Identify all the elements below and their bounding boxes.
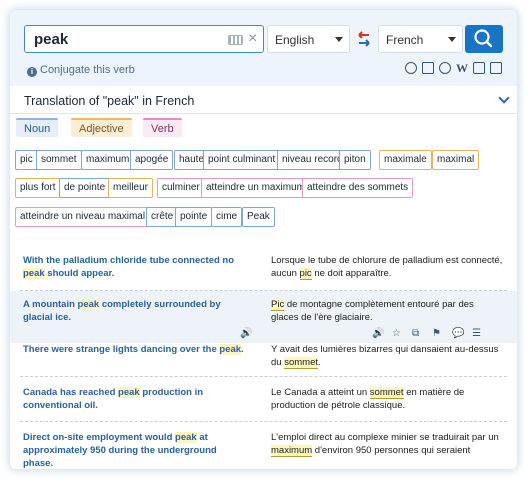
example-source: Direct on-site employment would peak at …: [23, 432, 217, 469]
translation-chip[interactable]: crête: [146, 207, 179, 227]
translation-chip[interactable]: atteindre un niveau maximal: [15, 207, 151, 227]
conjugate-label: Conjugate this verb: [40, 64, 135, 76]
audio-icon[interactable]: 🔊: [372, 329, 384, 339]
translation-chip[interactable]: maximale: [379, 150, 432, 170]
tab-noun[interactable]: Noun: [16, 118, 59, 137]
example-row[interactable]: With the palladium chloride tube connect…: [10, 254, 517, 290]
highlight-term: peak: [23, 268, 45, 279]
highlight-term: maximum: [271, 445, 313, 457]
translation-chip[interactable]: pic: [15, 150, 38, 170]
example-source: There were strange lights dancing over t…: [23, 344, 244, 355]
reference-toolbar: W: [405, 62, 502, 76]
highlight-term: pic: [299, 268, 312, 280]
more-icon[interactable]: ☰: [472, 329, 482, 339]
target-language-label: French: [386, 33, 424, 47]
chevron-down-icon: [335, 37, 343, 42]
book-icon[interactable]: [490, 62, 502, 74]
example-target: L'emploi direct au complexe minier se tr…: [271, 432, 499, 457]
translation-chip[interactable]: Peak: [242, 207, 275, 227]
translation-chip[interactable]: atteindre un maximum: [201, 178, 310, 198]
translation-title: Translation of "peak" in French: [24, 94, 195, 108]
row-divider: [20, 421, 507, 422]
example-source: A mountain peak completely surrounded by…: [23, 299, 221, 323]
source-language-label: English: [275, 33, 315, 47]
swap-languages-icon[interactable]: [355, 28, 373, 50]
keyboard-icon[interactable]: [228, 35, 243, 45]
example-source: Canada has reached peak production in co…: [23, 387, 204, 411]
copy-icon[interactable]: ⧉: [412, 329, 422, 339]
translation-header[interactable]: Translation of "peak" in French: [10, 86, 517, 114]
translation-chip[interactable]: atteindre des sommets: [302, 178, 414, 198]
tab-verb[interactable]: Verb: [143, 118, 182, 137]
highlight-term: peak: [219, 344, 242, 355]
wikipedia-icon[interactable]: W: [456, 62, 468, 74]
translation-chip[interactable]: apogée: [130, 150, 174, 170]
search-button[interactable]: [465, 25, 503, 53]
translation-chip[interactable]: niveau record: [277, 150, 348, 170]
app-frame: peak × English French i Conjugate this ve…: [10, 10, 517, 469]
translation-chip[interactable]: culminer: [157, 178, 205, 198]
comment-icon[interactable]: 💬: [452, 329, 464, 339]
example-row[interactable]: Direct on-site employment would peak at …: [10, 431, 517, 469]
target-language-select[interactable]: French: [378, 25, 463, 53]
tab-adjective[interactable]: Adjective: [71, 118, 132, 137]
highlight-term: peak: [118, 387, 140, 398]
star-icon[interactable]: ☆: [392, 329, 402, 339]
search-input[interactable]: peak ×: [24, 25, 264, 53]
highlight-term: peak: [77, 299, 100, 310]
highlight-term: Pic: [271, 299, 285, 311]
translation-chip[interactable]: point culminant: [203, 150, 281, 170]
translation-chip[interactable]: maximum: [81, 150, 135, 170]
example-row[interactable]: A mountain peak completely surrounded by…: [10, 291, 517, 343]
source-language-select[interactable]: English: [267, 25, 350, 53]
translation-chip[interactable]: cime: [211, 207, 243, 227]
search-icon: [474, 29, 493, 48]
example-target: Lorsque le tube de chlorure de palladium…: [271, 255, 503, 280]
search-panel: peak × English French i Conjugate this ve…: [10, 10, 517, 86]
highlight-term: sommet: [369, 387, 404, 399]
translation-chip[interactable]: plus fort: [15, 178, 61, 198]
conjugate-link[interactable]: i Conjugate this verb: [27, 64, 135, 77]
audio-icon[interactable]: 🔊: [240, 329, 252, 339]
row-divider: [20, 376, 507, 377]
example-row[interactable]: Canada has reached peak production in co…: [10, 386, 517, 422]
image-icon[interactable]: [473, 62, 485, 74]
translation-chip[interactable]: maximal: [432, 150, 480, 170]
search-query[interactable]: peak: [34, 31, 68, 48]
example-source: With the palladium chloride tube connect…: [23, 255, 235, 279]
example-target: Le Canada a atteint un sommet en matière…: [271, 387, 465, 411]
translation-chip[interactable]: sommet: [36, 150, 82, 170]
translation-chip[interactable]: meilleur: [108, 178, 154, 198]
clear-icon[interactable]: ×: [248, 30, 257, 48]
chevron-down-icon: [448, 37, 456, 42]
translation-chip[interactable]: pointe: [175, 207, 213, 227]
highlight-term: peak: [175, 432, 197, 443]
flag-icon[interactable]: ⚑: [432, 329, 442, 339]
globe-icon[interactable]: [439, 62, 451, 74]
chevron-down-icon[interactable]: [498, 92, 510, 104]
dollar-icon[interactable]: [405, 62, 417, 74]
example-target: Y avait des lumières bizarres qui dansai…: [271, 344, 499, 369]
highlight-term: sommet: [284, 357, 319, 369]
row-actions: 🔊 ☆ ⧉ ⚑ 💬 ☰: [372, 329, 482, 339]
grid-icon[interactable]: [422, 62, 434, 74]
example-target: Pic de montagne complètement entouré par…: [271, 299, 474, 323]
translation-chip[interactable]: de pointe: [59, 178, 111, 198]
translation-chip[interactable]: piton: [339, 150, 371, 170]
info-icon: i: [27, 67, 37, 77]
